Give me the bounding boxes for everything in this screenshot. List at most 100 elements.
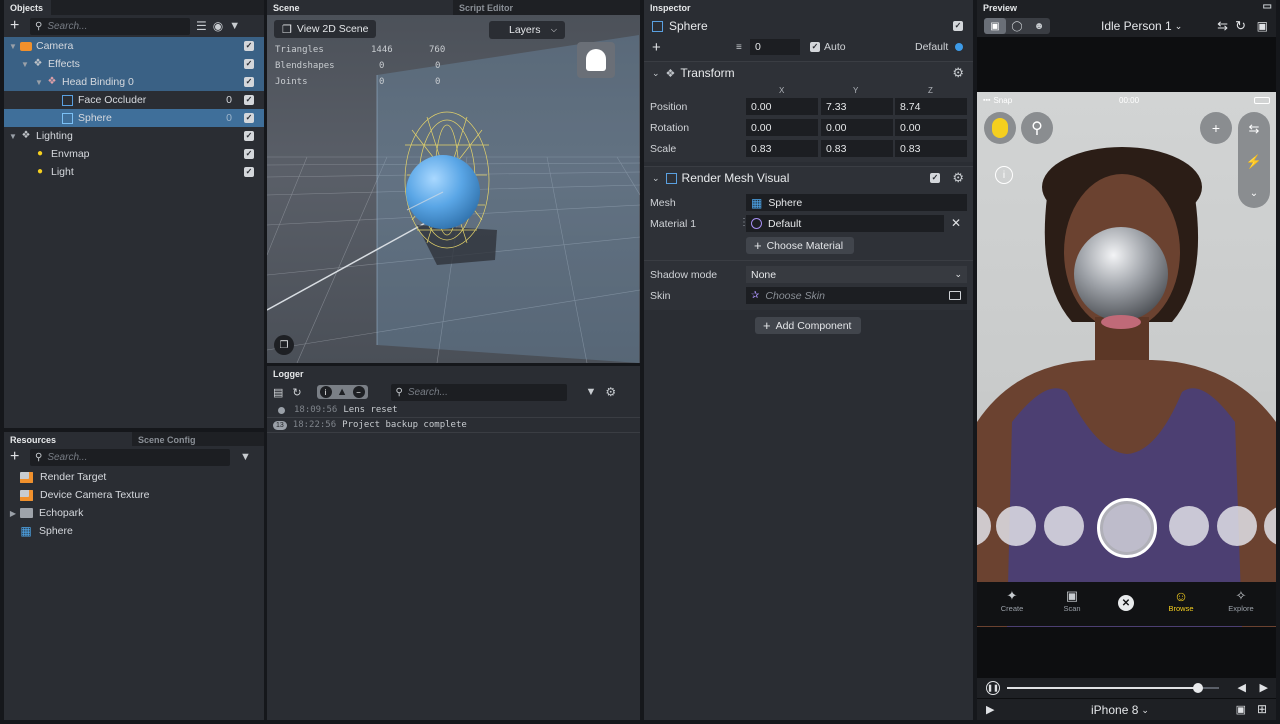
gear-icon[interactable]: ⚙ — [605, 385, 616, 399]
choose-material-button[interactable]: + Choose Material — [746, 237, 854, 254]
clear-logs-icon[interactable]: ↻ — [292, 386, 301, 399]
error-filter-icon[interactable]: − — [352, 386, 365, 398]
lens-slot[interactable] — [977, 506, 991, 546]
bitmoji-avatar[interactable] — [984, 112, 1016, 144]
add-component-button[interactable]: + Add Component — [755, 317, 861, 334]
face-view-icon[interactable]: ◯ — [1006, 18, 1028, 34]
step-forward-icon[interactable]: ▶ — [1260, 681, 1268, 694]
info-icon[interactable]: i — [995, 166, 1013, 184]
tab-scene[interactable]: Scene — [267, 0, 453, 15]
collapse-arrow-icon[interactable]: ▼ — [8, 42, 18, 51]
detach-icon[interactable]: ▭ — [1263, 1, 1272, 12]
chevron-down-icon[interactable]: ⌄ — [652, 68, 660, 79]
add-resource-icon[interactable]: + — [10, 448, 24, 466]
resource-item[interactable]: Device Camera Texture — [4, 486, 264, 504]
resource-item[interactable]: ▦ Sphere — [4, 522, 264, 540]
nav-browse[interactable]: ☺ Browse — [1166, 588, 1196, 613]
nav-scan[interactable]: ▣ Scan — [1057, 588, 1087, 613]
enable-checkbox[interactable]: ✓ — [244, 41, 254, 51]
layers-dropdown[interactable]: Layers ⌵ — [489, 21, 565, 39]
enable-checkbox[interactable]: ✓ — [244, 131, 254, 141]
logger-search-input[interactable]: ⚲ Search... — [390, 383, 567, 401]
layer-color-dot[interactable] — [955, 43, 963, 51]
lens-slot[interactable] — [1264, 506, 1276, 546]
tree-item-sphere[interactable]: Sphere 0 ✓ — [4, 109, 264, 127]
lens-slot[interactable] — [1044, 506, 1084, 546]
add-object-icon[interactable]: + — [10, 17, 24, 35]
folder-icon[interactable] — [949, 291, 961, 300]
visibility-eye-icon[interactable]: ◉ — [213, 19, 223, 33]
trash-icon[interactable]: ▤ — [273, 386, 283, 399]
lens-preview-screen[interactable]: ▪▪▪ Snap 00:00 ⚲ + ⇆ ⚡ ⌄ i — [977, 92, 1276, 627]
lens-slot[interactable] — [996, 506, 1036, 546]
enable-checkbox[interactable]: ✓ — [244, 95, 254, 105]
auto-checkbox[interactable]: ✓ — [810, 42, 820, 52]
tree-item-effects[interactable]: ▼ ❖ Effects ✓ — [4, 55, 264, 73]
enable-checkbox[interactable]: ✓ — [244, 149, 254, 159]
info-filter-icon[interactable]: i — [319, 386, 332, 398]
nav-create[interactable]: ✦ Create — [997, 588, 1027, 613]
lens-slot[interactable] — [1217, 506, 1257, 546]
mesh-field[interactable]: ▦ Sphere — [746, 194, 967, 211]
pause-icon[interactable]: ❚❚ — [986, 681, 1000, 695]
crop-icon[interactable]: ⊞ — [1257, 702, 1267, 716]
scale-x-field[interactable]: 0.83 — [746, 140, 818, 157]
chevron-down-icon[interactable]: ⌄ — [652, 173, 660, 184]
view-2d-scene-button[interactable]: ❐ View 2D Scene — [274, 20, 377, 38]
tab-resources[interactable]: Resources — [4, 432, 132, 446]
remove-material-icon[interactable]: ✕ — [951, 216, 961, 230]
object-name[interactable]: Sphere — [669, 19, 708, 33]
tab-script-editor[interactable]: Script Editor — [453, 0, 522, 15]
resource-item[interactable]: ▶ Echopark — [4, 504, 264, 522]
collapse-arrow-icon[interactable]: ▼ — [8, 132, 18, 141]
rotation-z-field[interactable]: 0.00 — [895, 119, 967, 136]
collapse-arrow-icon[interactable]: ▼ — [34, 78, 44, 87]
media-icon[interactable]: ▣ — [1257, 19, 1268, 33]
enable-checkbox[interactable]: ✓ — [244, 59, 254, 69]
speaker-icon[interactable]: ▶ — [986, 703, 994, 716]
objects-search-input[interactable]: ⚲ Search... — [30, 17, 190, 35]
capture-button[interactable] — [1097, 498, 1157, 558]
object-enabled-checkbox[interactable]: ✓ — [953, 21, 963, 31]
collapse-arrow-icon[interactable]: ▼ — [20, 60, 30, 69]
snap-ghost-button[interactable] — [577, 42, 615, 78]
tree-item-light[interactable]: ● Light ✓ — [4, 163, 264, 181]
material-field[interactable]: Default — [746, 215, 944, 232]
list-view-icon[interactable]: ☰ — [196, 19, 207, 33]
timeline-slider[interactable] — [1007, 683, 1219, 693]
resource-item[interactable]: Render Target — [4, 468, 264, 486]
reset-icon[interactable]: ↻ — [1235, 18, 1246, 34]
rotation-y-field[interactable]: 0.00 — [821, 119, 893, 136]
shadow-mode-select[interactable]: None ⌄ — [746, 266, 967, 283]
lens-slot[interactable] — [1169, 506, 1209, 546]
tree-item-envmap[interactable]: ● Envmap ✓ — [4, 145, 264, 163]
position-y-field[interactable]: 7.33 — [821, 98, 893, 115]
render-order-field[interactable]: 0 — [750, 39, 800, 55]
position-z-field[interactable]: 8.74 — [895, 98, 967, 115]
rmv-header[interactable]: ⌄ Render Mesh Visual ✓ ⚙ — [644, 167, 973, 189]
tree-item-camera[interactable]: ▼ Camera ✓ — [4, 37, 264, 55]
scale-y-field[interactable]: 0.83 — [821, 140, 893, 157]
flip-camera-icon[interactable]: ⇆ — [1249, 121, 1260, 137]
tab-scene-config[interactable]: Scene Config — [132, 432, 204, 446]
filter-icon[interactable]: ▼ — [240, 451, 251, 463]
warning-filter-icon[interactable]: ▲ — [337, 386, 348, 398]
enable-checkbox[interactable]: ✓ — [244, 167, 254, 177]
scale-z-field[interactable]: 0.83 — [895, 140, 967, 157]
tree-item-head-binding[interactable]: ▼ ❖ Head Binding 0 ✓ — [4, 73, 264, 91]
device-view-icon[interactable]: ▣ — [984, 18, 1006, 34]
enable-checkbox[interactable]: ✓ — [244, 113, 254, 123]
rotation-x-field[interactable]: 0.00 — [746, 119, 818, 136]
gear-icon[interactable]: ⚙ — [952, 65, 964, 81]
transform-header[interactable]: ⌄ ❖ Transform ⚙ — [644, 62, 973, 84]
expand-arrow-icon[interactable]: ▶ — [8, 509, 18, 518]
flash-off-icon[interactable]: ⚡ — [1246, 154, 1262, 170]
search-icon[interactable]: ⚲ — [1021, 112, 1053, 144]
chevron-down-icon[interactable]: ⌄ — [1250, 188, 1258, 199]
add-icon[interactable]: + — [652, 39, 661, 56]
filter-icon[interactable]: ▼ — [586, 386, 597, 398]
swap-camera-icon[interactable]: ⇆ — [1217, 18, 1228, 34]
tree-item-lighting[interactable]: ▼ ❖ Lighting ✓ — [4, 127, 264, 145]
close-lens-icon[interactable]: ✕ — [1118, 595, 1134, 611]
add-friend-icon[interactable]: + — [1200, 112, 1232, 144]
